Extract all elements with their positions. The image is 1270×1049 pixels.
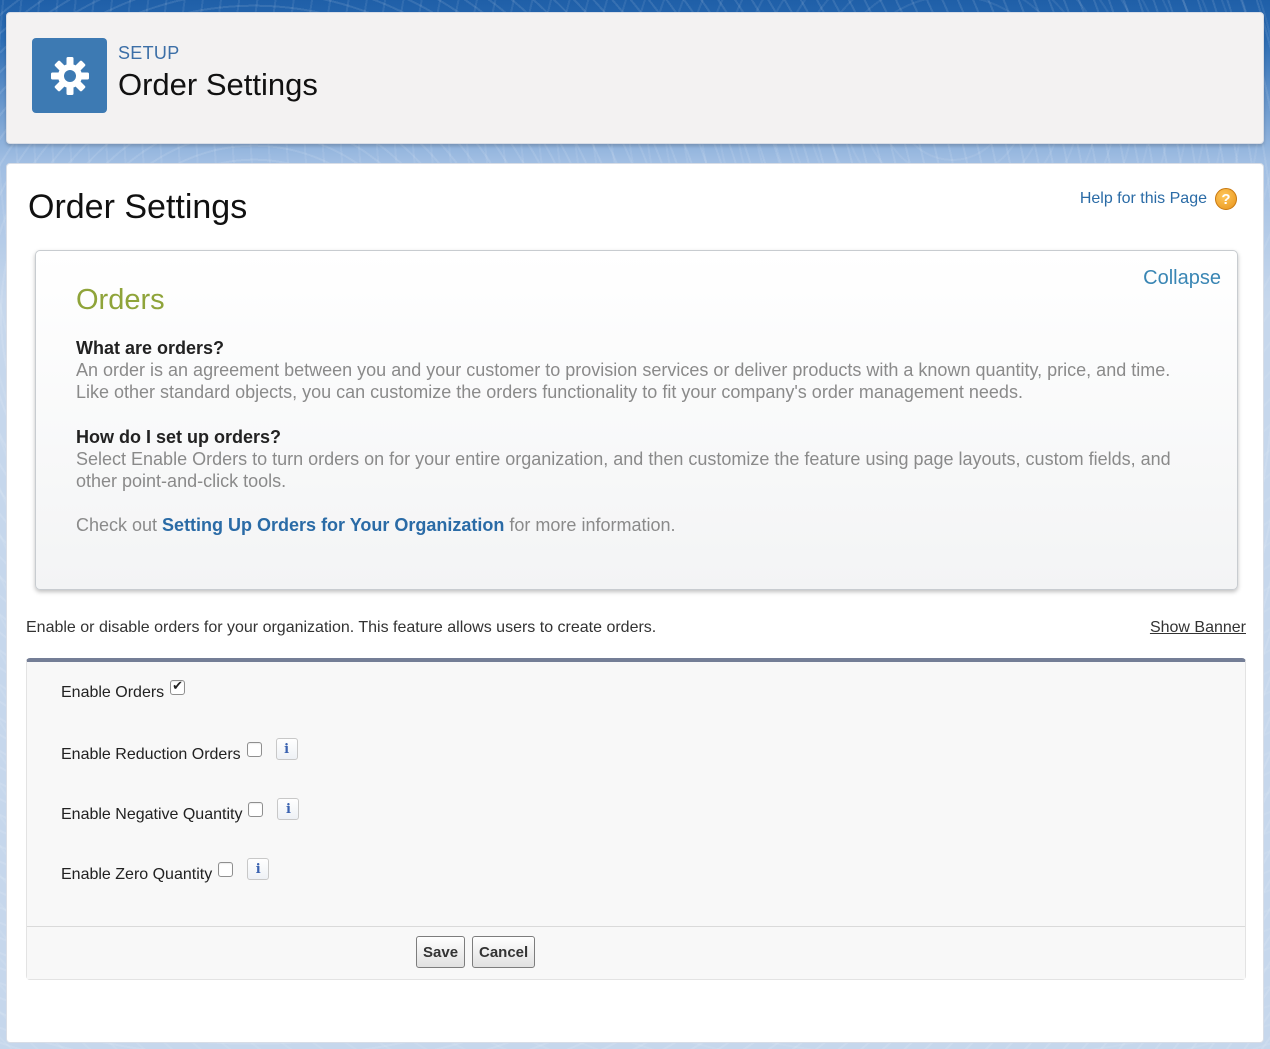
button-bar: Save Cancel: [27, 926, 1245, 979]
collapse-link[interactable]: Collapse: [1143, 267, 1221, 290]
banner-question: What are orders?: [76, 338, 225, 358]
info-icon[interactable]: i: [277, 798, 300, 820]
setting-label: Enable Zero Quantity: [61, 866, 213, 883]
orders-info-banner: Collapse Orders What are orders? An orde…: [35, 250, 1238, 590]
setup-label: SETUP: [118, 43, 180, 63]
setting-up-orders-link[interactable]: Setting Up Orders for Your Organization: [162, 515, 504, 535]
banner-section-how: How do I set up orders? Select Enable Or…: [76, 426, 1186, 492]
setting-label: Enable Negative Quantity: [61, 806, 243, 823]
enable-negative-quantity-checkbox[interactable]: [248, 801, 264, 817]
help-link-label: Help for this Page: [1079, 190, 1207, 207]
cancel-button[interactable]: Cancel: [472, 936, 536, 968]
setting-label: Enable Orders: [61, 684, 165, 701]
show-banner-link[interactable]: Show Banner: [1150, 619, 1246, 637]
banner-more-info: Check out Setting Up Orders for Your Org…: [76, 515, 675, 536]
question-icon: ?: [1215, 188, 1237, 210]
setting-enable-reduction-orders: Enable Reduction Orders i: [61, 738, 298, 766]
settings-block: Enable Orders Enable Reduction Orders i …: [26, 658, 1246, 980]
save-button[interactable]: Save: [416, 936, 466, 968]
main-content: Order Settings Help for this Page ? Coll…: [6, 163, 1264, 1043]
gear-icon: [32, 38, 107, 113]
banner-answer: An order is an agreement between you and…: [76, 360, 1171, 402]
setup-header: SETUP Order Settings: [6, 12, 1264, 144]
info-icon[interactable]: i: [275, 738, 298, 760]
banner-question: How do I set up orders?: [76, 427, 282, 447]
banner-answer: Select Enable Orders to turn orders on f…: [76, 449, 1171, 491]
setting-enable-zero-quantity: Enable Zero Quantity i: [61, 858, 270, 886]
page-title: Order Settings: [28, 188, 248, 226]
setting-enable-orders: Enable Orders: [61, 678, 186, 702]
help-link[interactable]: Help for this Page ?: [1080, 188, 1237, 210]
banner-more-prefix: Check out: [76, 515, 163, 535]
setup-title: Order Settings: [118, 67, 318, 102]
banner-section-what: What are orders? An order is an agreemen…: [76, 337, 1186, 403]
setting-enable-negative-quantity: Enable Negative Quantity i: [61, 798, 300, 826]
info-icon[interactable]: i: [247, 858, 270, 880]
description-text: Enable or disable orders for your organi…: [26, 619, 657, 636]
enable-reduction-orders-checkbox[interactable]: [246, 741, 262, 757]
enable-orders-checkbox[interactable]: [170, 678, 186, 695]
banner-title: Orders: [76, 284, 165, 316]
setting-label: Enable Reduction Orders: [61, 746, 241, 763]
enable-zero-quantity-checkbox[interactable]: [218, 861, 234, 877]
description-row: Enable or disable orders for your organi…: [26, 619, 1246, 641]
banner-more-suffix: for more information.: [504, 515, 676, 535]
